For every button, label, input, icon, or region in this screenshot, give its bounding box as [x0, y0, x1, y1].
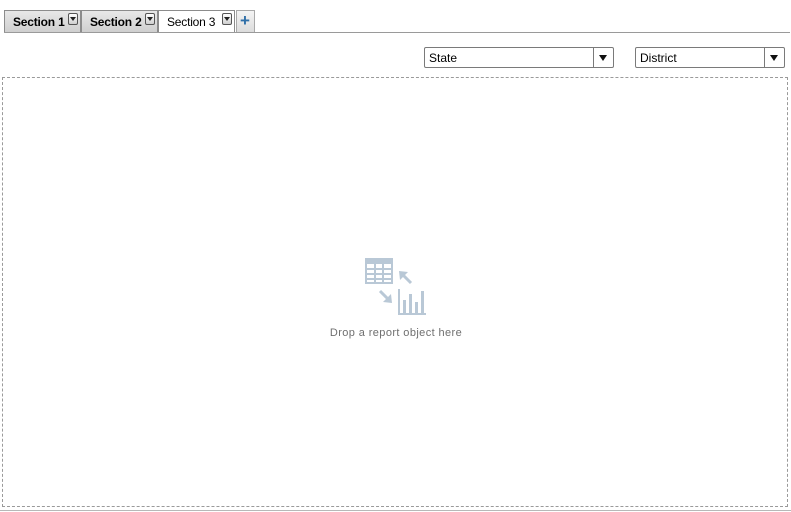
tab-menu-chevron-down-icon[interactable] [222, 13, 232, 25]
bottom-divider [0, 510, 791, 511]
tab-label: Section 3 [167, 15, 216, 29]
drop-zone-message: Drop a report object here [329, 327, 463, 339]
district-filter-value: District [640, 51, 677, 65]
tab-section-2[interactable]: Section 2 [81, 10, 158, 32]
table-to-chart-icon [365, 258, 426, 315]
tab-label: Section 1 [13, 15, 65, 29]
district-filter-dropdown[interactable]: District [635, 47, 785, 68]
tab-menu-chevron-down-icon[interactable] [145, 13, 155, 25]
state-filter-dropdown[interactable]: State [424, 47, 614, 68]
state-filter-value: State [429, 51, 458, 65]
section-tab-strip: Section 1 Section 2 Section 3 + [0, 0, 791, 33]
tab-label: Section 2 [90, 15, 142, 29]
tab-menu-chevron-down-icon[interactable] [68, 13, 78, 25]
tab-section-1[interactable]: Section 1 [4, 10, 81, 32]
dropdown-arrow-icon[interactable] [764, 48, 784, 67]
tab-strip-divider [4, 32, 790, 33]
dropdown-arrow-icon[interactable] [593, 48, 613, 67]
plus-icon: + [240, 11, 250, 30]
tab-section-3[interactable]: Section 3 [158, 10, 235, 33]
add-section-button[interactable]: + [236, 10, 255, 32]
